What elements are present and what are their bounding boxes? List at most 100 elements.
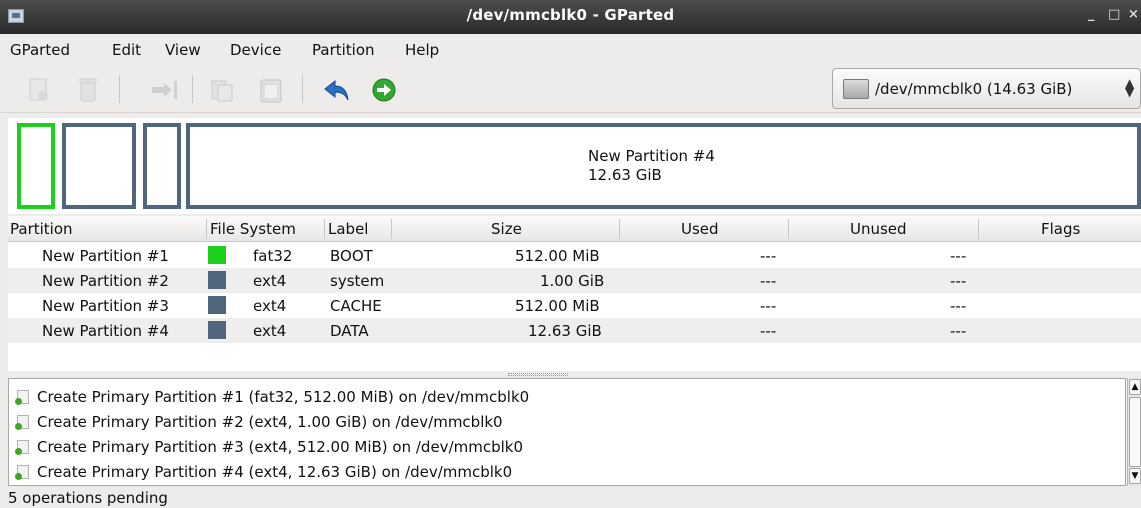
column-header-filesystem[interactable]: File System — [210, 220, 296, 238]
maximize-button[interactable]: □ — [1108, 7, 1120, 22]
minimize-button[interactable]: _ — [1088, 7, 1095, 22]
new-partition-button[interactable] — [26, 77, 52, 103]
fs-color-swatch — [208, 321, 226, 339]
new-icon — [29, 78, 48, 101]
cell-label: DATA — [330, 322, 369, 340]
table-row[interactable]: New Partition #3 ext4 CACHE 512.00 MiB -… — [8, 293, 1141, 318]
create-partition-icon — [15, 440, 29, 455]
table-row[interactable]: New Partition #2 ext4 system 1.00 GiB --… — [8, 268, 1141, 293]
pending-operations-list: Create Primary Partition #1 (fat32, 512.… — [8, 378, 1126, 486]
cell-size: 1.00 GiB — [540, 272, 605, 290]
fs-color-swatch — [208, 296, 226, 314]
column-header-unused[interactable]: Unused — [850, 220, 907, 238]
operations-scrollbar[interactable]: ▲ ▼ — [1127, 378, 1141, 486]
partition-map-name: New Partition #4 — [588, 147, 715, 165]
title-bar: /dev/mmcblk0 - GParted _ □ × — [0, 0, 1141, 34]
device-select-label: /dev/mmcblk0 (14.63 GiB) — [875, 80, 1073, 98]
cell-size: 512.00 MiB — [515, 297, 600, 315]
operation-item[interactable]: Create Primary Partition #1 (fat32, 512.… — [15, 385, 1017, 407]
toolbar-separator — [302, 75, 303, 103]
operation-item[interactable]: Create Primary Partition #4 (ext4, 12.63… — [15, 460, 1017, 482]
column-header-used[interactable]: Used — [681, 220, 719, 238]
table-header: Partition File System Label Size Used Un… — [8, 216, 1141, 242]
menu-view[interactable]: View — [165, 41, 201, 59]
fs-color-swatch — [208, 246, 226, 264]
cell-unused: --- — [950, 272, 967, 290]
operation-text: Create Primary Partition #1 (fat32, 512.… — [37, 388, 530, 406]
copy-button[interactable] — [210, 77, 236, 103]
column-header-size[interactable]: Size — [491, 220, 522, 238]
menu-partition[interactable]: Partition — [312, 41, 375, 59]
cell-used: --- — [760, 272, 777, 290]
cell-filesystem: fat32 — [253, 247, 293, 265]
scroll-up-icon[interactable]: ▲ — [1129, 379, 1141, 395]
apply-button[interactable] — [371, 77, 397, 103]
menu-help[interactable]: Help — [405, 41, 439, 59]
partition-map-size: 12.63 GiB — [588, 166, 662, 184]
menu-device[interactable]: Device — [230, 41, 281, 59]
pane-splitter[interactable] — [508, 373, 568, 376]
menu-gparted[interactable]: GParted — [10, 41, 70, 59]
toolbar-separator — [119, 75, 120, 103]
menu-edit[interactable]: Edit — [112, 41, 141, 59]
operation-text: Create Primary Partition #2 (ext4, 1.00 … — [37, 413, 503, 431]
undo-button[interactable] — [323, 77, 349, 103]
fs-color-swatch — [208, 271, 226, 289]
cell-size: 512.00 MiB — [515, 247, 600, 265]
window-title: /dev/mmcblk0 - GParted — [466, 6, 675, 24]
cell-partition: New Partition #3 — [42, 297, 169, 315]
status-bar: 5 operations pending — [0, 488, 1141, 508]
cell-filesystem: ext4 — [253, 297, 287, 315]
cell-label: BOOT — [330, 247, 373, 265]
cell-label: CACHE — [330, 297, 382, 315]
create-partition-icon — [15, 390, 29, 405]
create-partition-icon — [15, 465, 29, 480]
trash-icon — [79, 78, 97, 102]
partition-map-label: New Partition #4 12.63 GiB — [588, 147, 715, 185]
resize-move-button[interactable] — [150, 77, 177, 103]
resize-icon — [152, 81, 177, 99]
create-partition-icon — [15, 415, 29, 430]
undo-icon — [324, 79, 349, 101]
apply-icon — [372, 78, 396, 102]
toolbar-separator — [192, 75, 193, 103]
operation-text: Create Primary Partition #3 (ext4, 512.0… — [37, 438, 524, 456]
paste-button[interactable] — [258, 77, 284, 103]
cell-unused: --- — [950, 247, 967, 265]
chevron-updown-icon: ▲ ▼ — [1125, 76, 1135, 99]
partition-map-block-1[interactable] — [17, 123, 55, 209]
delete-partition-button[interactable] — [75, 77, 101, 103]
cell-filesystem: ext4 — [253, 272, 287, 290]
table-row[interactable]: New Partition #1 fat32 BOOT 512.00 MiB -… — [8, 243, 1141, 268]
scroll-down-icon[interactable]: ▼ — [1129, 468, 1141, 484]
cell-label: system — [330, 272, 385, 290]
cell-partition: New Partition #2 — [42, 272, 169, 290]
column-header-flags[interactable]: Flags — [1041, 220, 1080, 238]
partition-table: Partition File System Label Size Used Un… — [8, 216, 1141, 371]
cell-unused: --- — [950, 322, 967, 340]
cell-unused: --- — [950, 297, 967, 315]
cell-used: --- — [760, 322, 777, 340]
partition-map: New Partition #4 12.63 GiB — [8, 118, 1141, 214]
status-text: 5 operations pending — [8, 489, 168, 507]
column-header-partition[interactable]: Partition — [10, 220, 73, 238]
cell-partition: New Partition #1 — [42, 247, 169, 265]
table-row[interactable]: New Partition #4 ext4 DATA 12.63 GiB ---… — [8, 318, 1141, 343]
device-select[interactable]: /dev/mmcblk0 (14.63 GiB) ▲ ▼ — [832, 68, 1141, 109]
copy-icon — [211, 80, 233, 102]
cell-used: --- — [760, 297, 777, 315]
operation-text: Create Primary Partition #4 (ext4, 12.63… — [37, 463, 513, 481]
operation-item[interactable]: Create Primary Partition #2 (ext4, 1.00 … — [15, 410, 1017, 432]
partition-map-block-2[interactable] — [62, 123, 136, 209]
operation-item[interactable]: Create Primary Partition #3 (ext4, 512.0… — [15, 435, 1017, 457]
menu-bar: GParted Edit View Device Partition Help — [0, 34, 1141, 65]
partition-map-block-3[interactable] — [143, 123, 181, 209]
cell-used: --- — [760, 247, 777, 265]
scrollbar-thumb[interactable] — [1129, 397, 1141, 467]
close-button[interactable]: × — [1128, 7, 1139, 22]
paste-icon — [260, 79, 282, 103]
cell-size: 12.63 GiB — [528, 322, 602, 340]
cell-partition: New Partition #4 — [42, 322, 169, 340]
disk-icon — [843, 79, 869, 99]
column-header-label[interactable]: Label — [328, 220, 368, 238]
